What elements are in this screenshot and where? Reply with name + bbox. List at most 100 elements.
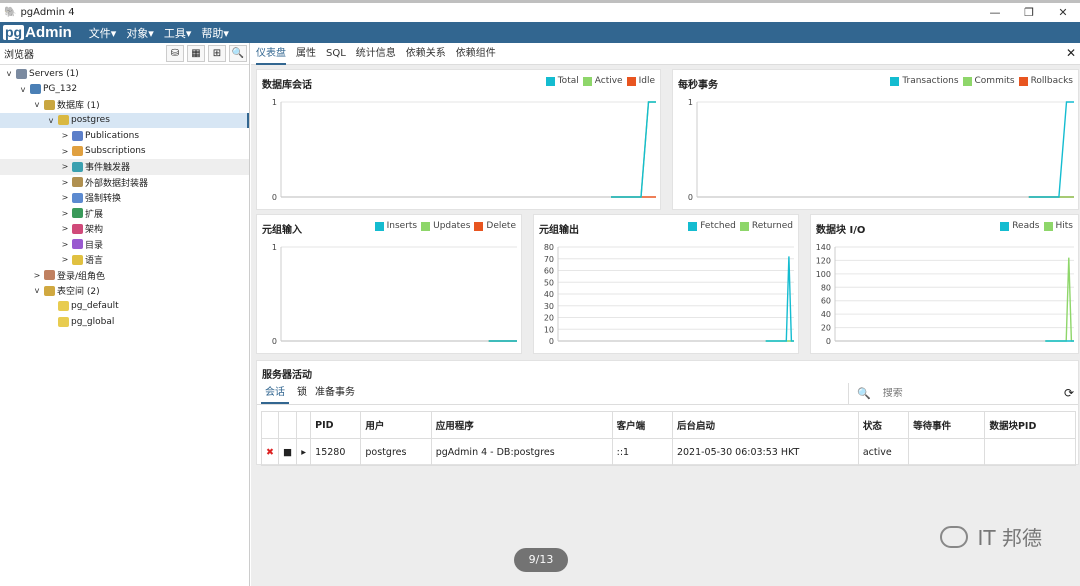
tree-node[interactable]: v Servers (1) [0,66,249,82]
menu-tools[interactable]: 工具▾ [164,25,192,41]
tree-node[interactable]: v postgres [0,112,249,128]
expand-row-icon[interactable]: ▸ [296,438,312,466]
column-header[interactable] [296,411,312,439]
column-header[interactable] [278,411,298,439]
server-activity-title: 服务器活动 [262,370,312,381]
menu-object[interactable]: 对象▾ [126,25,154,41]
table-row[interactable]: ✖ ■ ▸ 15280 postgres pgAdmin 4 - DB:postgres:… [260,438,1076,466]
legend-item[interactable]: Idle [626,76,655,86]
chart-panel: 1 0 数据库会话 Total Active Idle [256,69,661,210]
tab-prepared-transactions[interactable]: 准备事务 [315,382,355,404]
tab-3[interactable]: 统计信息 [356,43,396,65]
legend-item[interactable]: Hits [1043,221,1073,231]
legend-item[interactable]: Inserts [374,221,418,231]
y-tick-label: 50 [544,278,554,287]
chevron-right-icon[interactable]: > [60,193,70,202]
y-tick-label: 80 [544,243,554,252]
terminate-session-icon[interactable]: ✖ [260,438,280,466]
chevron-right-icon[interactable]: > [60,178,70,187]
wechat-icon [939,525,968,548]
column-header[interactable] [260,411,280,439]
tablespace-icon [58,316,69,327]
close-window-button[interactable]: ✕ [1046,3,1080,22]
search-objects-icon[interactable]: 🔍 [229,45,247,62]
tab-0[interactable]: 仪表盘 [256,43,286,65]
legend-item[interactable]: Total [545,76,579,86]
chevron-down-icon[interactable]: v [4,69,14,78]
tree-node[interactable]: > Publications [0,128,249,144]
tree-node[interactable]: v PG_132 [0,82,249,98]
filter-rows-icon[interactable]: ⊞ [208,45,226,62]
chevron-down-icon[interactable]: v [32,286,42,295]
tab-locks[interactable]: 锁 [297,382,307,404]
legend-item[interactable]: Updates [421,221,470,231]
y-tick-label: 1 [688,98,693,107]
tab-4[interactable]: 依赖关系 [406,43,446,65]
view-data-icon[interactable]: ▦ [187,45,205,62]
column-header[interactable]: 状态 [857,411,910,439]
refresh-icon[interactable]: ⟳ [1064,386,1074,400]
tab-2[interactable]: SQL [326,43,346,65]
column-header[interactable]: 等待事件 [908,411,986,439]
column-header[interactable]: 客户端 [611,411,673,439]
tab-1[interactable]: 属性 [296,43,316,65]
tree-node[interactable]: > 架构 [0,221,249,237]
tree-node[interactable]: > 登录/组角色 [0,268,249,284]
tab-sessions[interactable]: 会话 [261,382,289,404]
legend-item[interactable]: Returned [739,221,793,231]
tree-node[interactable]: > 扩展 [0,206,249,222]
column-header[interactable]: 数据块PID [984,411,1076,439]
legend-item[interactable]: Delete [474,221,516,231]
y-tick-label: 40 [544,290,554,299]
menu-file[interactable]: 文件▾ [89,25,117,41]
maximize-button[interactable]: ❐ [1012,3,1046,22]
tree-node[interactable]: pg_global [0,314,249,330]
chevron-right-icon[interactable]: > [60,162,70,171]
legend-label: Total [557,76,579,86]
minimize-button[interactable]: — [978,3,1012,22]
chevron-right-icon[interactable]: > [60,147,70,156]
column-header[interactable]: 用户 [360,411,432,439]
tab-5[interactable]: 依赖组件 [456,43,496,65]
search-input[interactable] [882,388,1023,399]
legend-item[interactable]: Reads [1000,221,1040,231]
tree-node[interactable]: > 事件触发器 [0,159,249,175]
chevron-right-icon[interactable]: > [60,209,70,218]
chart-svg: 10 [272,98,656,202]
chevron-down-icon[interactable]: v [18,85,28,94]
tree-node[interactable]: > 目录 [0,237,249,253]
chevron-right-icon[interactable]: > [60,240,70,249]
tree-node[interactable]: > 外部数据封装器 [0,175,249,191]
tree-node[interactable]: > Subscriptions [0,144,249,160]
y-tick-label: 60 [544,267,554,276]
query-tool-icon[interactable]: ⛁ [166,45,184,62]
chevron-right-icon[interactable]: > [60,255,70,264]
extension-icon [72,208,83,219]
legend-label: Delete [486,221,516,231]
legend-item[interactable]: Active [582,76,623,86]
chevron-right-icon[interactable]: > [32,271,42,280]
chevron-right-icon[interactable]: > [60,224,70,233]
legend-item[interactable]: Rollbacks [1018,76,1073,86]
tree-node[interactable]: > 语言 [0,252,249,268]
chevron-down-icon[interactable]: v [46,116,56,125]
chevron-right-icon[interactable]: > [60,131,70,140]
column-header[interactable]: PID [310,411,362,439]
tree-node[interactable]: v 表空间 (2) [0,283,249,299]
legend-item[interactable]: Fetched [688,221,736,231]
tree-node[interactable]: v 数据库 (1) [0,97,249,113]
legend-item[interactable]: Commits [962,76,1015,86]
cancel-query-icon[interactable]: ■ [278,438,298,466]
close-tab-icon[interactable]: ✕ [1066,46,1076,60]
y-tick-label: 100 [816,270,831,279]
column-header[interactable]: 后台启动 [671,411,859,439]
column-header[interactable]: 应用程序 [430,411,613,439]
y-tick-label: 120 [816,256,831,265]
tree-node[interactable]: > 强制转换 [0,190,249,206]
legend-item[interactable]: Transactions [890,76,959,86]
legend-label: Inserts [386,221,418,231]
menu-help[interactable]: 帮助▾ [201,25,229,41]
tree-node[interactable]: pg_default [0,299,249,315]
legend-swatch [545,76,555,86]
chevron-down-icon[interactable]: v [32,100,42,109]
